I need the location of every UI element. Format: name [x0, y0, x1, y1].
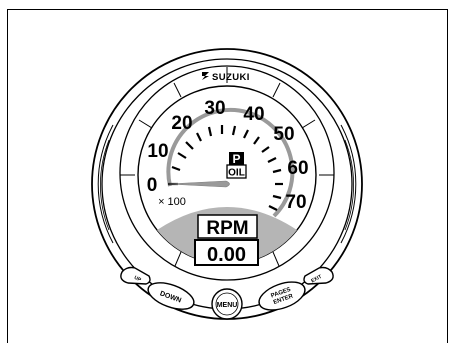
- scale-label-60: 60: [287, 158, 308, 179]
- oil-indicator-label: OIL: [228, 168, 245, 179]
- brand-name: SUZUKI: [212, 72, 250, 83]
- scale-label-50: 50: [273, 124, 294, 145]
- menu-button-label: MENU: [217, 302, 238, 309]
- scale-label-10: 10: [147, 141, 168, 162]
- oil-pressure-indicator: P OIL: [226, 152, 247, 179]
- scale-label-40: 40: [243, 104, 264, 125]
- mode-label: RPM: [206, 218, 248, 239]
- scale-label-0: 0: [147, 175, 158, 196]
- rpm-value: 0.00: [207, 244, 246, 266]
- oil-indicator-p: P: [232, 152, 240, 166]
- tachometer-gauge: 0 10 20 30 40 50 60 70 × 100 SUZUKI P OI…: [91, 48, 363, 320]
- scale-label-20: 20: [171, 113, 192, 134]
- scale-label-70: 70: [285, 192, 306, 213]
- menu-button[interactable]: MENU: [211, 288, 243, 320]
- scale-label-30: 30: [204, 98, 225, 119]
- multiplier-label: × 100: [158, 196, 186, 208]
